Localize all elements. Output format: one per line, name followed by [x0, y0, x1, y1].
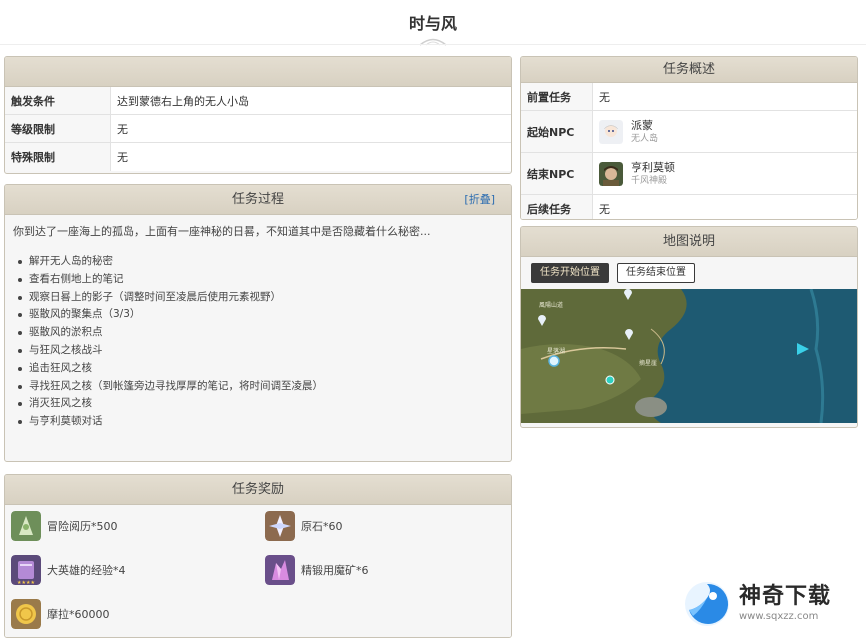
reward-item[interactable]: ★★★★ 大英雄的经验*4: [11, 555, 126, 585]
reward-label: 原石*60: [301, 520, 343, 533]
overview-key: 前置任务: [521, 83, 593, 110]
condition-row-special: 特殊限制 无: [5, 143, 511, 171]
heros-wit-icon: ★★★★: [11, 555, 41, 585]
map-label: 風陽山道: [539, 301, 563, 309]
map-tabs: 任务开始位置 任务结束位置: [521, 257, 857, 289]
list-item: 追击狂风之核: [13, 360, 503, 378]
list-item: 与狂风之核战斗: [13, 342, 503, 360]
condition-row-trigger: 触发条件 达到蒙德右上角的无人小岛: [5, 87, 511, 115]
watermark: 神奇下载 www.sqxzz.com: [683, 574, 863, 634]
process-title: 任务过程: [231, 192, 284, 207]
npc-location: 千风神殿: [631, 175, 668, 186]
henry-morton-avatar-icon: [599, 161, 623, 186]
process-steps: 解开无人岛的秘密 查看右侧地上的笔记 观察日晷上的影子（调整时间至凌晨后使用元素…: [13, 253, 503, 431]
overview-key: 后续任务: [521, 195, 593, 219]
list-item: 观察日晷上的影子（调整时间至凌晨后使用元素视野）: [13, 289, 503, 307]
map-panel: 地图说明 任务开始位置 任务结束位置 風陽山道 星落湖 摘星崖: [520, 226, 858, 428]
overview-value: 无: [599, 90, 610, 104]
reward-label: 精锻用魔矿*6: [301, 564, 369, 577]
list-item: 驱散风的淤积点: [13, 324, 503, 342]
paimon-avatar-icon: [599, 119, 623, 144]
npc-name: 派蒙: [631, 118, 653, 132]
reward-item[interactable]: 摩拉*60000: [11, 599, 110, 629]
rewards-title: 任务奖励: [231, 482, 284, 497]
overview-value: 亨利莫顿 千风神殿: [593, 153, 857, 194]
end-npc[interactable]: 亨利莫顿 千风神殿: [599, 161, 675, 187]
condition-key: 等级限制: [5, 115, 111, 142]
overview-row-next: 后续任务 无: [521, 195, 857, 219]
mystic-enhancement-ore-icon: [265, 555, 295, 585]
map-panel-header: 地图说明: [521, 227, 857, 257]
reward-label: 冒险阅历*500: [47, 520, 118, 533]
overview-value: 派蒙 无人岛: [593, 111, 857, 152]
condition-key: 触发条件: [5, 87, 111, 114]
rewards-panel: 任务奖励 冒险阅历*500 原石*60 ★★★★ 大英雄的经验*4 精锻用魔矿*…: [4, 474, 512, 638]
list-item: 解开无人岛的秘密: [13, 253, 503, 271]
overview-key: 结束NPC: [521, 153, 593, 194]
list-item: 驱散风的聚集点（3/3）: [13, 306, 503, 324]
start-npc[interactable]: 派蒙 无人岛: [599, 119, 658, 145]
reward-item[interactable]: 精锻用魔矿*6: [265, 555, 369, 585]
domain-icon: [605, 375, 615, 385]
watermark-name: 神奇下载: [739, 584, 832, 609]
overview-value: 无: [599, 203, 610, 216]
list-item: 查看右侧地上的笔记: [13, 271, 503, 289]
map-title: 地图说明: [662, 234, 715, 249]
npc-location: 无人岛: [631, 133, 659, 144]
reward-label: 摩拉*60000: [47, 608, 110, 621]
quest-map[interactable]: 風陽山道 星落湖 摘星崖: [521, 289, 857, 423]
rewards-body: 冒险阅历*500 原石*60 ★★★★ 大英雄的经验*4 精锻用魔矿*6 摩拉*…: [5, 505, 511, 637]
npc-name: 亨利莫顿: [631, 160, 675, 174]
process-panel-header: 任务过程 [折叠]: [5, 185, 511, 215]
title-divider: [0, 44, 866, 45]
waypoint-icon: [548, 355, 560, 367]
svg-text:★★★★: ★★★★: [17, 580, 35, 585]
overview-row-end-npc: 结束NPC 亨利莫顿 千风神殿: [521, 153, 857, 195]
collapse-link[interactable]: [折叠]: [464, 185, 495, 215]
watermark-url: www.sqxzz.com: [739, 611, 819, 622]
overview-key: 起始NPC: [521, 111, 593, 152]
tab-start-position[interactable]: 任务开始位置: [531, 263, 609, 283]
process-intro: 你到达了一座海上的孤岛，上面有一座神秘的日晷，不知道其中是否隐藏着什么秘密...: [13, 225, 431, 238]
map-label: 摘星崖: [639, 359, 657, 367]
overview-row-prev: 前置任务 无: [521, 83, 857, 111]
condition-value: 无: [117, 122, 128, 136]
watermark-logo-icon: [685, 582, 729, 626]
overview-title: 任务概述: [662, 62, 715, 77]
list-item: 与亨利莫顿对话: [13, 413, 503, 431]
reward-item[interactable]: 冒险阅历*500: [11, 511, 118, 541]
list-item: 寻找狂风之核（到帐篷旁边寻找厚厚的笔记，将时间调至凌晨）: [13, 378, 503, 396]
reward-label: 大英雄的经验*4: [47, 564, 126, 577]
page-title: 时与风: [408, 14, 457, 33]
condition-key: 特殊限制: [5, 143, 111, 171]
process-panel: 任务过程 [折叠] 你到达了一座海上的孤岛，上面有一座神秘的日晷，不知道其中是否…: [4, 184, 512, 462]
condition-value: 达到蒙德右上角的无人小岛: [117, 94, 249, 108]
rewards-panel-header: 任务奖励: [5, 475, 511, 505]
condition-row-level: 等级限制 无: [5, 115, 511, 143]
conditions-panel-header: [5, 57, 511, 87]
conditions-panel: 触发条件 达到蒙德右上角的无人小岛 等级限制 无 特殊限制 无: [4, 56, 512, 174]
condition-value: 无: [117, 151, 128, 164]
tab-end-position[interactable]: 任务结束位置: [617, 263, 695, 283]
list-item: 消灭狂风之核: [13, 395, 503, 413]
process-body: 你到达了一座海上的孤岛，上面有一座神秘的日晷，不知道其中是否隐藏着什么秘密...…: [5, 215, 511, 459]
mora-icon: [11, 599, 41, 629]
overview-panel-header: 任务概述: [521, 57, 857, 83]
adventure-exp-icon: [11, 511, 41, 541]
map-label: 星落湖: [547, 347, 565, 355]
reward-item[interactable]: 原石*60: [265, 511, 343, 541]
primogem-icon: [265, 511, 295, 541]
overview-panel: 任务概述 前置任务 无 起始NPC 派蒙 无人岛 结束NPC 亨利莫顿 千风神殿…: [520, 56, 858, 220]
overview-row-start-npc: 起始NPC 派蒙 无人岛: [521, 111, 857, 153]
